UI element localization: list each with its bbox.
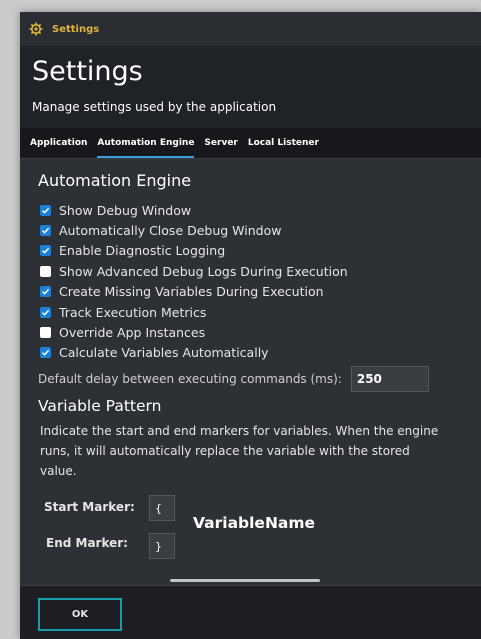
option-advanced-debug-logs[interactable]: Show Advanced Debug Logs During Executio…	[40, 261, 348, 281]
section-title: Automation Engine	[38, 171, 192, 190]
delay-input[interactable]	[350, 366, 429, 392]
option-create-missing-variables[interactable]: Create Missing Variables During Executio…	[40, 282, 348, 302]
variable-pattern-description: Indicate the start and end markers for v…	[40, 424, 439, 478]
tab-bar: Application Automation Engine Server Loc…	[20, 128, 481, 158]
end-marker-label: End Marker:	[46, 536, 128, 550]
checkbox[interactable]	[40, 347, 51, 359]
option-label: Track Execution Metrics	[59, 304, 207, 320]
page-subtitle: Manage settings used by the application	[32, 100, 277, 114]
checkbox[interactable]	[40, 265, 51, 277]
checkbox[interactable]	[40, 204, 51, 216]
variable-pattern-title: Variable Pattern	[38, 397, 162, 415]
option-label: Calculate Variables Automatically	[59, 345, 269, 361]
page-header: Settings Manage settings used by the app…	[20, 46, 481, 128]
tab-application[interactable]: Application	[30, 128, 87, 158]
checkbox[interactable]	[40, 225, 51, 237]
start-marker-label: Start Marker:	[44, 500, 135, 514]
tab-automation-engine[interactable]: Automation Engine	[97, 128, 195, 158]
settings-window: Settings Settings Manage settings used b…	[20, 12, 481, 639]
option-override-app-instances[interactable]: Override App Instances	[40, 322, 348, 342]
end-marker-input[interactable]	[149, 533, 175, 559]
page-title: Settings	[32, 56, 143, 87]
option-auto-close-debug-window[interactable]: Automatically Close Debug Window	[40, 220, 348, 240]
variable-name-example: VariableName	[193, 514, 316, 532]
title-bar: Settings	[20, 12, 481, 46]
start-marker-input[interactable]	[149, 495, 175, 521]
window-title: Settings	[52, 23, 100, 35]
tab-server[interactable]: Server	[204, 128, 237, 158]
option-label: Show Debug Window	[59, 202, 192, 218]
option-calculate-variables[interactable]: Calculate Variables Automatically	[40, 343, 348, 363]
ok-button[interactable]: OK	[38, 598, 122, 631]
delay-label: Default delay between executing commands…	[38, 372, 342, 386]
checkbox[interactable]	[40, 327, 51, 339]
delay-setting: Default delay between executing commands…	[38, 366, 429, 392]
option-label: Show Advanced Debug Logs During Executio…	[59, 263, 348, 279]
option-label: Override App Instances	[59, 325, 206, 341]
gear-icon	[28, 21, 44, 37]
footer: OK	[20, 586, 481, 639]
checkbox[interactable]	[40, 306, 51, 318]
options-list: Show Debug Window Automatically Close De…	[40, 200, 348, 363]
settings-panel: Automation Engine Show Debug Window Auto…	[20, 158, 481, 586]
option-track-execution-metrics[interactable]: Track Execution Metrics	[40, 302, 348, 322]
checkbox[interactable]	[40, 245, 51, 257]
option-show-debug-window[interactable]: Show Debug Window	[40, 200, 348, 220]
option-label: Create Missing Variables During Executio…	[59, 284, 324, 300]
option-label: Automatically Close Debug Window	[59, 223, 282, 239]
option-label: Enable Diagnostic Logging	[59, 243, 226, 259]
option-enable-diagnostic-logging[interactable]: Enable Diagnostic Logging	[40, 241, 348, 261]
tab-local-listener[interactable]: Local Listener	[248, 128, 319, 158]
checkbox[interactable]	[40, 286, 51, 298]
scrollbar[interactable]	[170, 579, 320, 582]
